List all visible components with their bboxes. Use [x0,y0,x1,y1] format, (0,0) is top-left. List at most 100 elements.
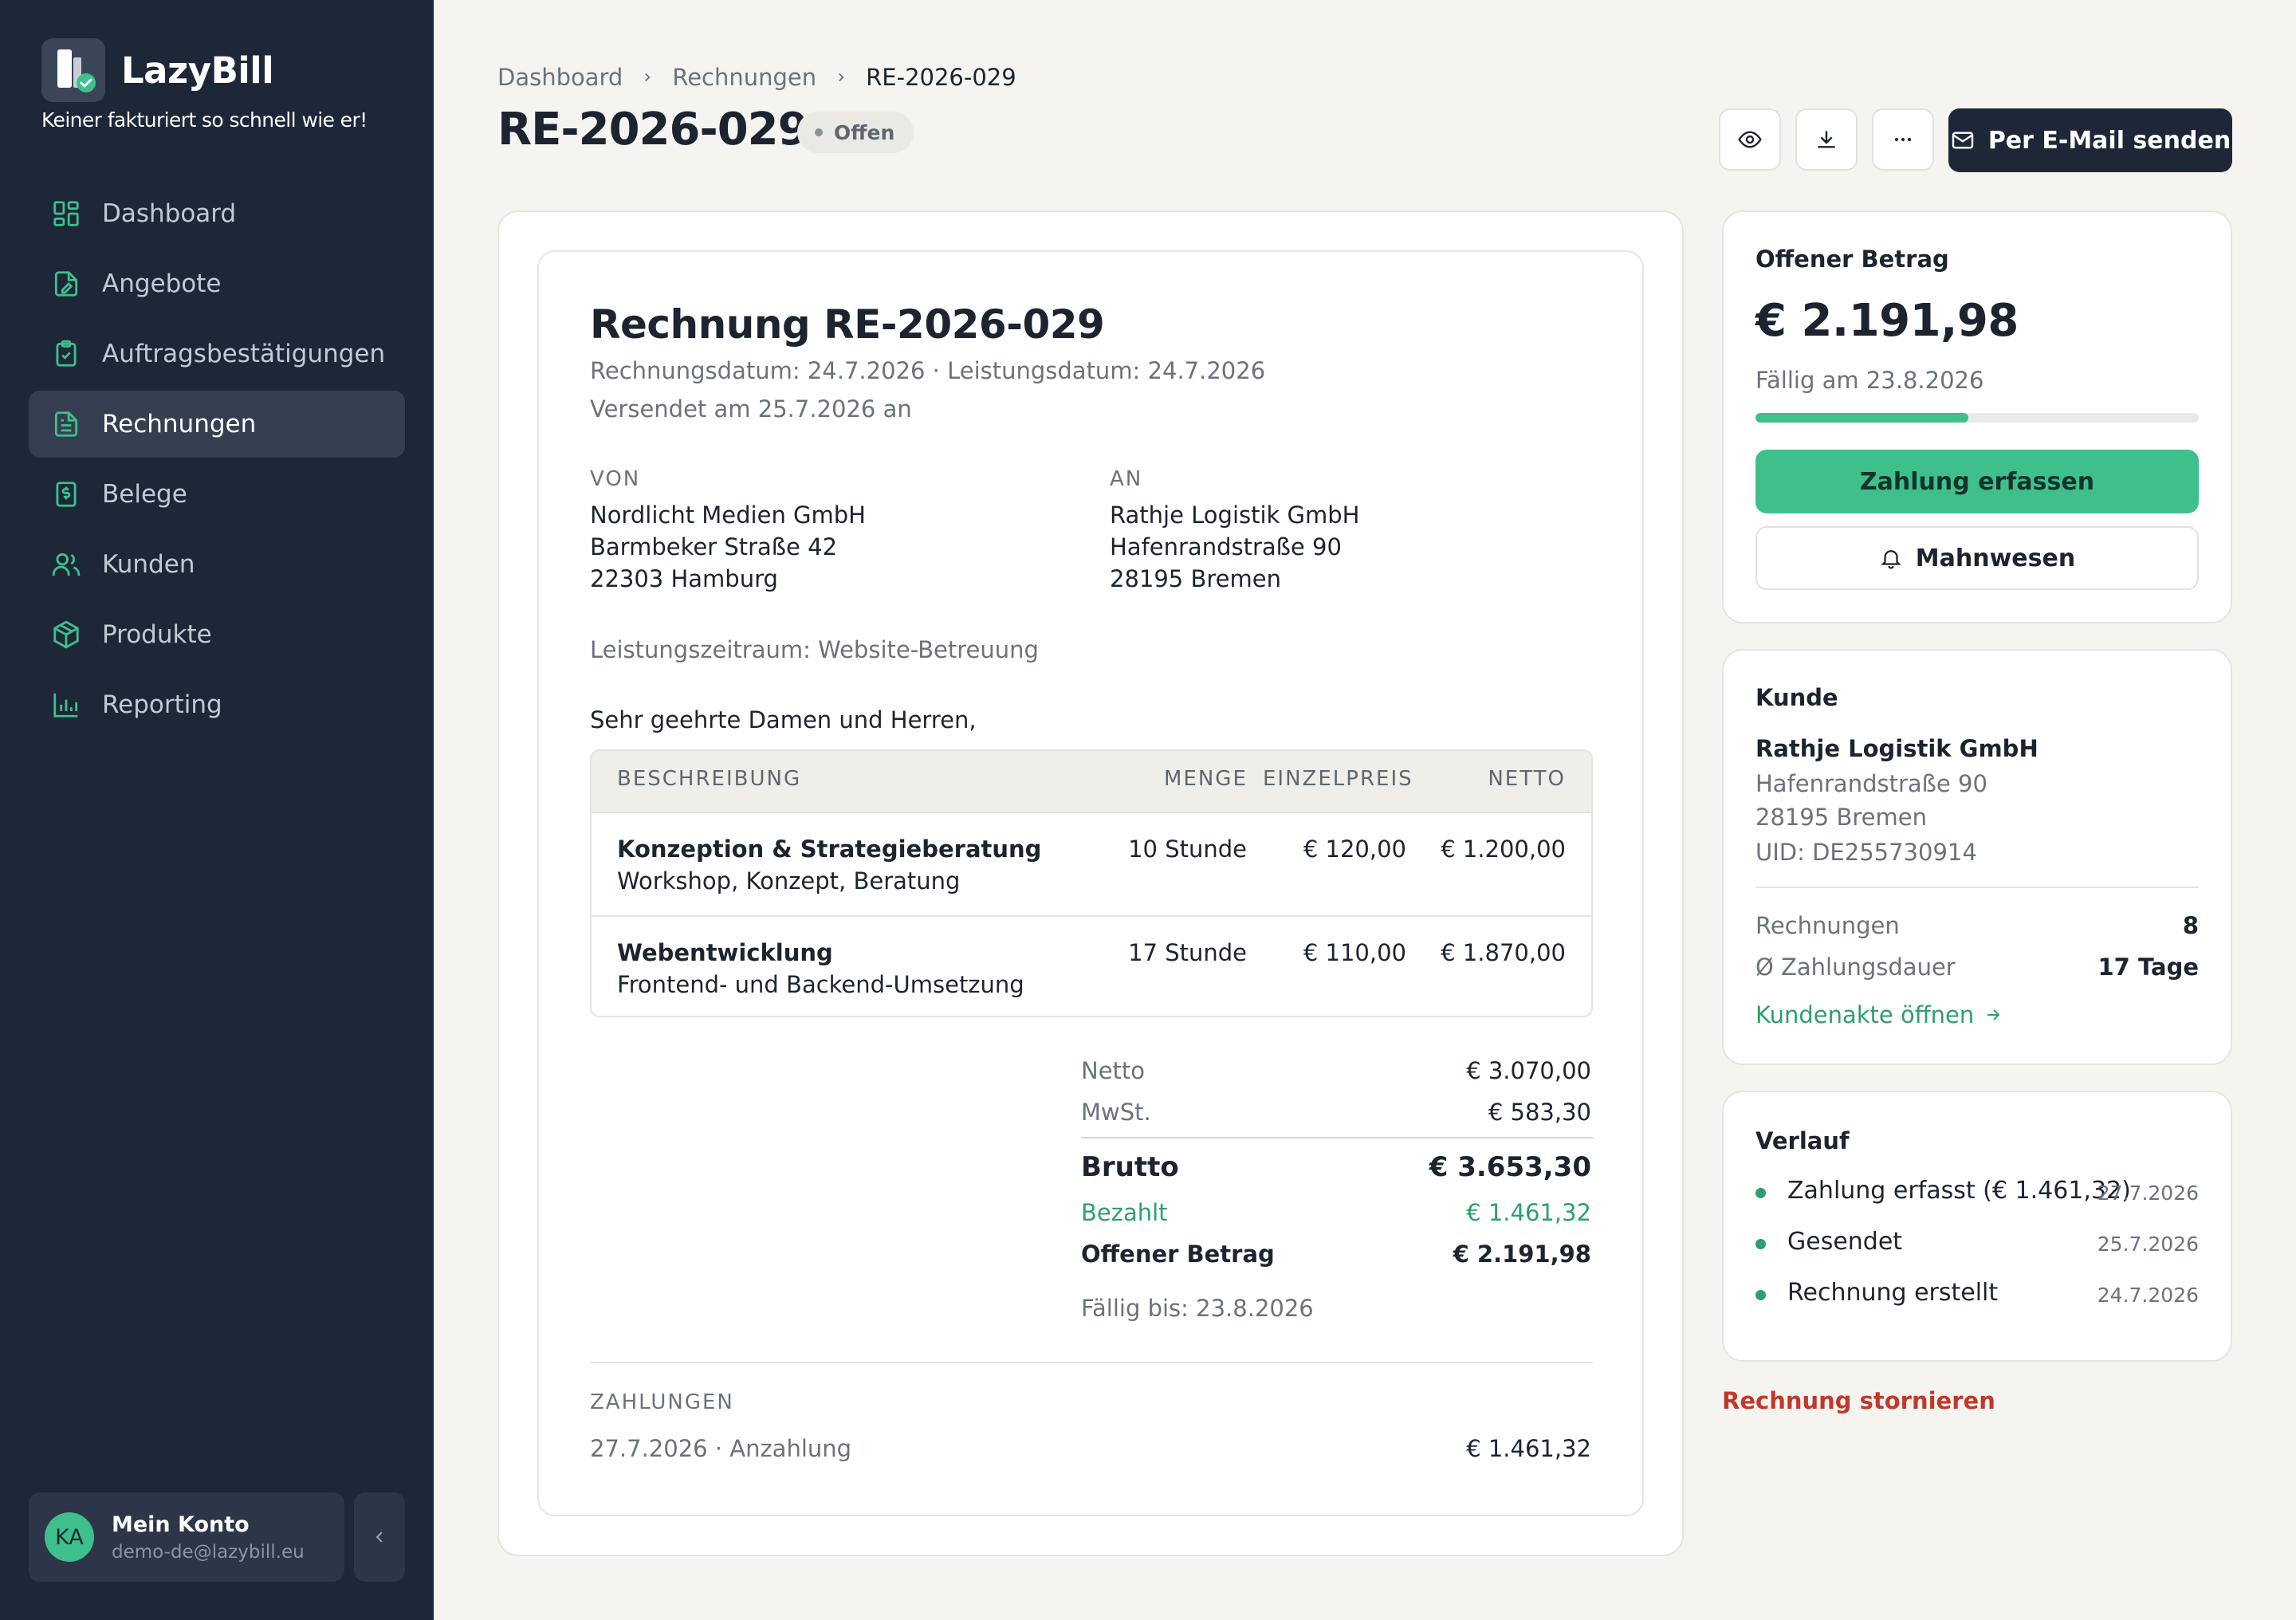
dunning-button[interactable]: Mahnwesen [1755,526,2199,590]
clipboard-check-icon [51,339,81,369]
customer-divider [1755,887,2199,888]
app-logo [41,38,105,102]
gross-value: € 3.653,30 [1429,1151,1591,1183]
due-date: Fällig bis: 23.8.2026 [1081,1295,1314,1322]
sidebar-item-kunden[interactable]: Kunden [29,531,405,598]
payment-progress-fill [1755,413,1968,423]
bell-icon [1879,546,1916,570]
item-title: Konzeption & Strategieberatung [617,836,1042,863]
invoice-title: Rechnung RE-2026-029 [590,301,1105,348]
service-period: Leistungszeitraum: Website-Betreuung [590,636,1039,663]
chevron-left-icon [370,1528,389,1547]
sidebar-item-label: Dashboard [102,199,237,228]
payment-duration-label: Ø Zahlungsdauer [1755,954,1956,981]
sidebar-nav: Dashboard Angebote Auftragsbestätigungen… [29,180,405,741]
to-label: AN [1110,467,1143,491]
customer-panel: Kunde Rathje Logistik GmbH Hafenrandstra… [1722,649,2232,1065]
sidebar-item-dashboard[interactable]: Dashboard [29,180,405,247]
from-label: VON [590,467,641,491]
open-amount-panel: Offener Betrag € 2.191,98 Fällig am 23.8… [1722,210,2232,623]
payment-entry-amount: € 1.461,32 [1466,1435,1591,1462]
avatar: KA [45,1512,94,1562]
open-customer-file-link[interactable]: Kundenakte öffnen [1755,1001,2003,1028]
column-header-net: NETTO [1488,767,1566,791]
breadcrumb-rechnungen[interactable]: Rechnungen [672,64,816,91]
sidebar-item-label: Auftragsbestätigungen [102,340,386,368]
invoices-count: 8 [2182,912,2199,939]
open-amount-label: Offener Betrag [1081,1241,1275,1268]
line-items-table: BESCHREIBUNG MENGE EINZELPREIS NETTO Kon… [590,749,1593,1017]
customer-street: Hafenrandstraße 90 [1755,770,1987,797]
payments-divider [590,1362,1593,1363]
breadcrumb-dashboard[interactable]: Dashboard [497,64,623,91]
more-options-button[interactable] [1872,108,1934,171]
gross-label: Brutto [1081,1151,1179,1183]
customer-panel-title: Kunde [1755,684,1838,711]
send-email-label: Per E-Mail senden [1987,126,2231,155]
history-item-label: Zahlung erfasst (€ 1.461,32) [1787,1177,2131,1205]
item-title: Webentwicklung [617,939,833,966]
sidebar-item-produkte[interactable]: Produkte [29,601,405,668]
customer-vat-id: UID: DE255730914 [1755,839,1977,866]
item-subtitle: Frontend- und Backend-Umsetzung [617,971,1024,998]
collapse-sidebar-button[interactable] [354,1492,405,1582]
send-email-button[interactable]: Per E-Mail senden [1948,108,2232,172]
history-dot [1755,1188,1766,1198]
history-item-date: 27.7.2026 [2097,1182,2199,1205]
sidebar-item-belege[interactable]: Belege [29,461,405,528]
account-menu[interactable]: KA Mein Konto demo-de@lazybill.eu [29,1492,344,1582]
item-quantity: 10 Stunde [1128,836,1247,863]
cancel-invoice-link[interactable]: Rechnung stornieren [1722,1387,1995,1414]
history-dot [1755,1290,1766,1300]
status-badge: Offen [797,112,914,153]
history-item-date: 24.7.2026 [2097,1284,2199,1307]
due-info: Fällig am 23.8.2026 [1755,367,1984,394]
mail-icon [1950,128,1988,153]
users-icon [51,549,81,580]
table-header: BESCHREIBUNG MENGE EINZELPREIS NETTO [592,751,1591,813]
item-unit-price: € 120,00 [1303,836,1406,863]
account-email: demo-de@lazybill.eu [112,1541,305,1563]
app-tagline: Keiner fakturiert so schnell wie er! [41,108,368,132]
greeting: Sehr geehrte Damen und Herren, [590,706,977,733]
vat-value: € 583,30 [1488,1099,1591,1126]
chevron-right-icon [834,70,848,85]
preview-button[interactable] [1719,108,1781,171]
sidebar-item-label: Produkte [102,620,212,649]
net-value: € 3.070,00 [1466,1057,1591,1084]
item-net: € 1.870,00 [1441,939,1566,966]
history-item-label: Gesendet [1787,1228,1903,1256]
sidebar-item-auftragsbestaetigungen[interactable]: Auftragsbestätigungen [29,320,405,387]
history-item: Rechnung erstellt 24.7.2026 [1755,1279,2199,1311]
sidebar-item-angebote[interactable]: Angebote [29,250,405,317]
download-button[interactable] [1795,108,1858,171]
eye-icon [1737,127,1763,152]
page-title: RE-2026-029 [497,104,809,155]
sidebar-item-rechnungen[interactable]: Rechnungen [29,391,405,458]
sidebar-item-label: Kunden [102,550,195,579]
recipient-address: Rathje Logistik GmbH Hafenrandstraße 90 … [1110,501,1360,592]
brand[interactable]: LazyBill [41,38,274,102]
invoice-document: Rechnung RE-2026-029 Rechnungsdatum: 24.… [537,250,1644,1516]
sidebar-item-reporting[interactable]: Reporting [29,671,405,738]
sidebar-item-label: Reporting [102,690,222,719]
history-dot [1755,1239,1766,1249]
column-header-quantity: MENGE [1164,767,1248,791]
account-name: Mein Konto [112,1512,250,1537]
table-row: Konzeption & Strategieberatung Workshop,… [592,813,1591,915]
download-icon [1814,127,1839,152]
sidebar-item-label: Belege [102,480,187,509]
receipt-icon [51,479,81,509]
invoices-count-label: Rechnungen [1755,912,1900,939]
record-payment-button[interactable]: Zahlung erfassen [1755,450,2199,513]
customer-city: 28195 Bremen [1755,804,1927,831]
more-horizontal-icon [1890,127,1916,152]
payment-duration: 17 Tage [2097,954,2200,981]
payment-entry-label: 27.7.2026 · Anzahlung [590,1435,852,1462]
status-label: Offen [834,120,895,144]
sidebar-item-label: Angebote [102,269,222,298]
history-item: Gesendet 25.7.2026 [1755,1228,2199,1260]
item-quantity: 17 Stunde [1128,939,1247,966]
breadcrumb-current: RE-2026-029 [866,64,1016,91]
vat-label: MwSt. [1081,1099,1151,1126]
